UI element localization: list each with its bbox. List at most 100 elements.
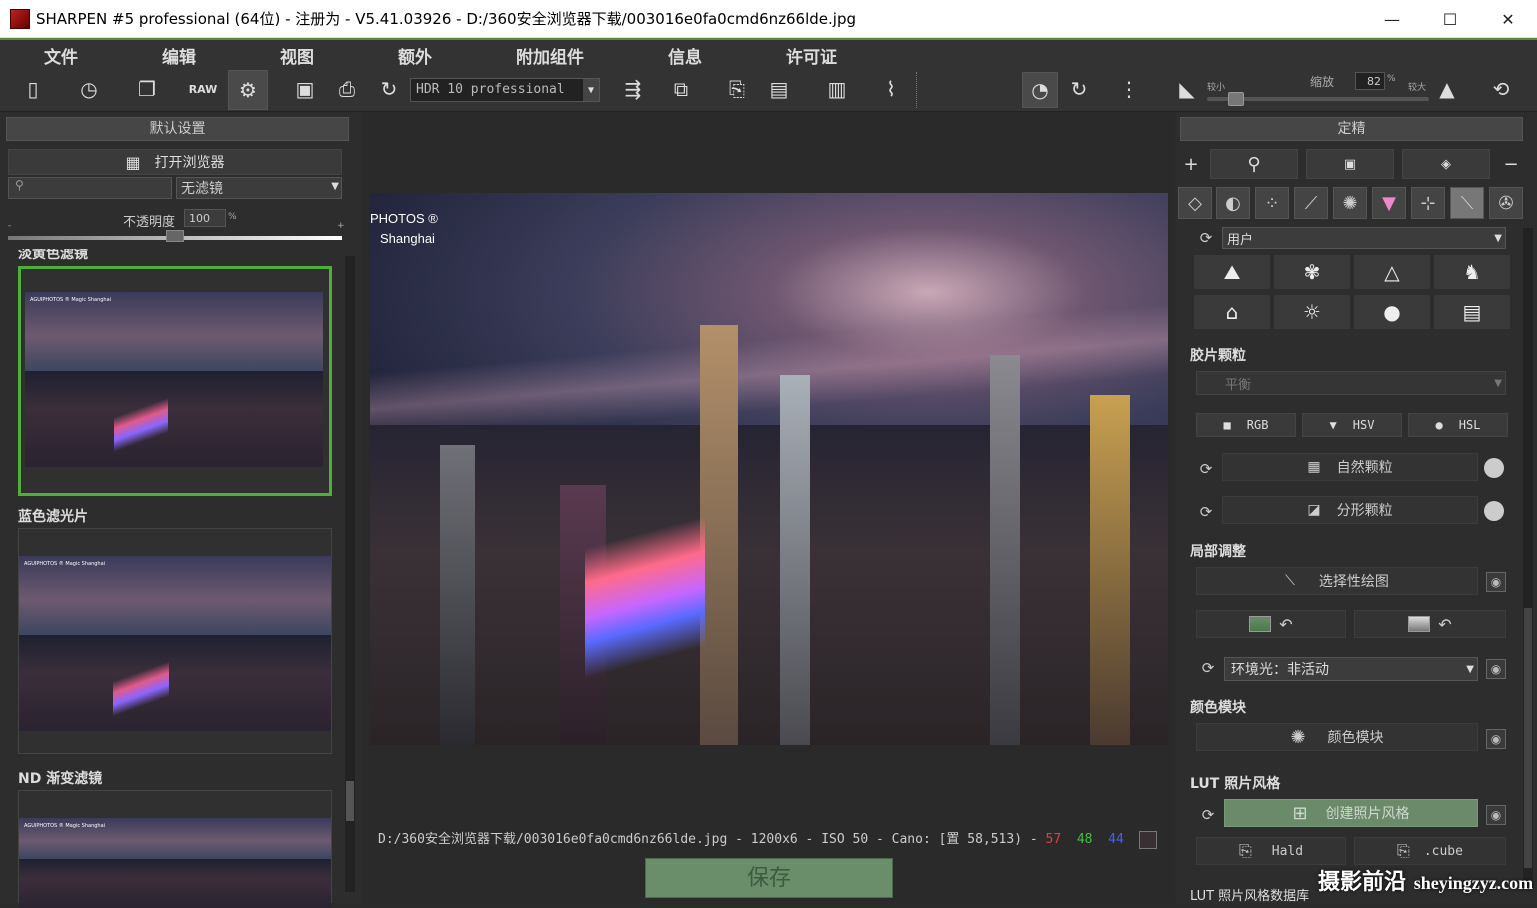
- wand-icon[interactable]: ⟋: [1294, 187, 1328, 219]
- preset-thumbnail: AGUIPHOTOS ® Magic Shanghai: [25, 292, 323, 467]
- stack-icon[interactable]: ⧉: [666, 74, 696, 104]
- cube-export-button[interactable]: ⎘.cube: [1354, 837, 1506, 865]
- main-image-preview[interactable]: PHOTOS ® Shanghai: [370, 193, 1168, 745]
- visibility-icon[interactable]: ◉: [1486, 572, 1506, 592]
- save-icon[interactable]: ▣: [290, 74, 320, 104]
- gradient-mask-button[interactable]: ↶: [1196, 610, 1346, 638]
- opacity-value[interactable]: 100: [184, 209, 226, 227]
- color-module-button[interactable]: ✺颜色模块: [1196, 723, 1478, 751]
- close-button[interactable]: ✕: [1479, 0, 1537, 38]
- presets-header[interactable]: 默认设置: [6, 117, 349, 141]
- diamond-icon[interactable]: ◈: [1402, 149, 1490, 179]
- scrollbar-thumb[interactable]: [346, 781, 354, 821]
- ambient-light-select[interactable]: 环境光：非活动 ▼: [1224, 657, 1478, 681]
- bulb-gear-icon[interactable]: ☼: [1274, 295, 1350, 329]
- scrollbar-thumb[interactable]: [1524, 608, 1532, 868]
- filter-select[interactable]: 无滤镜 ▼: [176, 177, 342, 199]
- film-icon[interactable]: ▤: [764, 74, 794, 104]
- page-icon[interactable]: ▤: [1434, 295, 1510, 329]
- noise-icon[interactable]: ⁘: [1255, 187, 1289, 219]
- selective-draw-button[interactable]: ⟍选择性绘图: [1196, 567, 1478, 595]
- new-file-icon[interactable]: ▯: [18, 74, 48, 104]
- reset-icon[interactable]: ⟳: [1196, 459, 1216, 479]
- magnifier-icon[interactable]: ⚲: [1210, 149, 1298, 179]
- house-icon[interactable]: ⌂: [1194, 295, 1270, 329]
- create-style-button[interactable]: ⊞创建照片风格: [1224, 799, 1478, 827]
- menu-view[interactable]: 视图: [280, 43, 314, 68]
- crop-rotate-icon[interactable]: ⟲: [1486, 74, 1516, 104]
- preset-card-blue[interactable]: AGUIPHOTOS ® Magic Shanghai: [18, 528, 332, 754]
- reset-icon[interactable]: ⟳: [1198, 805, 1218, 825]
- zoom-out-icon[interactable]: ◣: [1172, 74, 1202, 104]
- raw-icon[interactable]: RAW: [188, 74, 218, 104]
- grain-type-select[interactable]: 平衡 ▼: [1196, 371, 1506, 395]
- zoom-value[interactable]: 82: [1355, 72, 1385, 90]
- document-icon[interactable]: ▥: [822, 74, 852, 104]
- export-icon[interactable]: ⎘: [722, 74, 752, 104]
- rotate-icon[interactable]: ↻: [1064, 74, 1094, 104]
- preset-card-yellow[interactable]: AGUIPHOTOS ® Magic Shanghai: [18, 266, 332, 496]
- aperture-icon[interactable]: ✇: [1489, 187, 1523, 219]
- menu-addons[interactable]: 附加组件: [516, 43, 584, 68]
- preset-search-input[interactable]: ⚲: [8, 177, 172, 199]
- zoom-slider-handle[interactable]: [1228, 92, 1244, 106]
- minimize-button[interactable]: —: [1363, 0, 1421, 38]
- reset-icon[interactable]: ⟳: [1196, 228, 1216, 248]
- visibility-icon[interactable]: ◉: [1486, 659, 1506, 679]
- grain-type-value: 平衡: [1225, 374, 1251, 393]
- color-wheel-icon[interactable]: ✺: [1333, 187, 1367, 219]
- histogram-icon[interactable]: ⌇: [876, 74, 906, 104]
- clock-settings-icon[interactable]: ◔: [1022, 72, 1058, 108]
- hdr-preset-select[interactable]: HDR 10 professional ▼: [410, 78, 600, 102]
- landscape-icon[interactable]: ⛰: [1194, 255, 1270, 289]
- visibility-icon[interactable]: ◉: [1486, 729, 1506, 749]
- toggle-dot-icon[interactable]: [1484, 458, 1504, 478]
- opacity-slider-handle[interactable]: [166, 230, 184, 242]
- reset-icon[interactable]: ⟳: [1196, 502, 1216, 522]
- minus-icon[interactable]: −: [1498, 149, 1524, 179]
- preset-scrollbar[interactable]: [345, 256, 355, 892]
- frame-icon[interactable]: ▣: [1306, 149, 1394, 179]
- layers-icon[interactable]: ⇶: [618, 74, 648, 104]
- settings-gears-icon[interactable]: ⚙: [228, 70, 268, 110]
- menu-extra[interactable]: 额外: [398, 43, 432, 68]
- plus-icon[interactable]: +: [1178, 149, 1204, 179]
- gem-icon[interactable]: ◇: [1178, 187, 1212, 219]
- menu-file[interactable]: 文件: [44, 43, 78, 68]
- print-icon[interactable]: ⎙: [332, 74, 362, 104]
- menu-license[interactable]: 许可证: [786, 43, 837, 68]
- zoom-in-icon[interactable]: ▲: [1432, 74, 1462, 104]
- save-button[interactable]: 保存: [645, 858, 893, 898]
- brush-icon[interactable]: ⟍: [1450, 187, 1484, 219]
- plant-icon[interactable]: ✾: [1274, 255, 1350, 289]
- reset-icon[interactable]: ⟳: [1198, 658, 1218, 678]
- open-browser-button[interactable]: ▦ 打开浏览器: [8, 149, 342, 175]
- fractal-grain-button[interactable]: ◪分形颗粒: [1222, 496, 1478, 524]
- visibility-icon[interactable]: ◉: [1486, 805, 1506, 825]
- horse-icon[interactable]: ♞: [1434, 255, 1510, 289]
- nodes-icon[interactable]: ⊹: [1411, 187, 1445, 219]
- hsl-mode-button[interactable]: ●HSL: [1408, 413, 1508, 437]
- hald-export-button[interactable]: ⎘Hald: [1196, 837, 1346, 865]
- menu-edit[interactable]: 编辑: [162, 43, 196, 68]
- color-cube-icon[interactable]: ▼: [1372, 187, 1406, 219]
- history-icon[interactable]: ◷: [74, 74, 104, 104]
- menu-info[interactable]: 信息: [668, 43, 702, 68]
- toggle-dot-icon[interactable]: [1484, 501, 1504, 521]
- zoom-slider[interactable]: [1207, 97, 1429, 101]
- right-scrollbar[interactable]: [1523, 228, 1533, 888]
- maximize-button[interactable]: ☐: [1421, 0, 1479, 38]
- split-view-icon[interactable]: ⋮: [1114, 74, 1144, 104]
- natural-grain-button[interactable]: ▦自然颗粒: [1222, 453, 1478, 481]
- mountain-icon[interactable]: △: [1354, 255, 1430, 289]
- hsv-mode-button[interactable]: ▼HSV: [1302, 413, 1402, 437]
- gray-mask-button[interactable]: ↶: [1354, 610, 1506, 638]
- rgb-mode-button[interactable]: ■RGB: [1196, 413, 1296, 437]
- refine-header[interactable]: 定精: [1180, 117, 1523, 141]
- user-preset-select[interactable]: 用户 ▼: [1222, 227, 1506, 249]
- contrast-icon[interactable]: ◐: [1216, 187, 1250, 219]
- redo-arrow-icon[interactable]: ↻: [374, 74, 404, 104]
- person-icon[interactable]: ●: [1354, 295, 1430, 329]
- preset-card-nd[interactable]: AGUIPHOTOS ® Magic Shanghai: [18, 790, 332, 903]
- copy-icon[interactable]: ❐: [132, 74, 162, 104]
